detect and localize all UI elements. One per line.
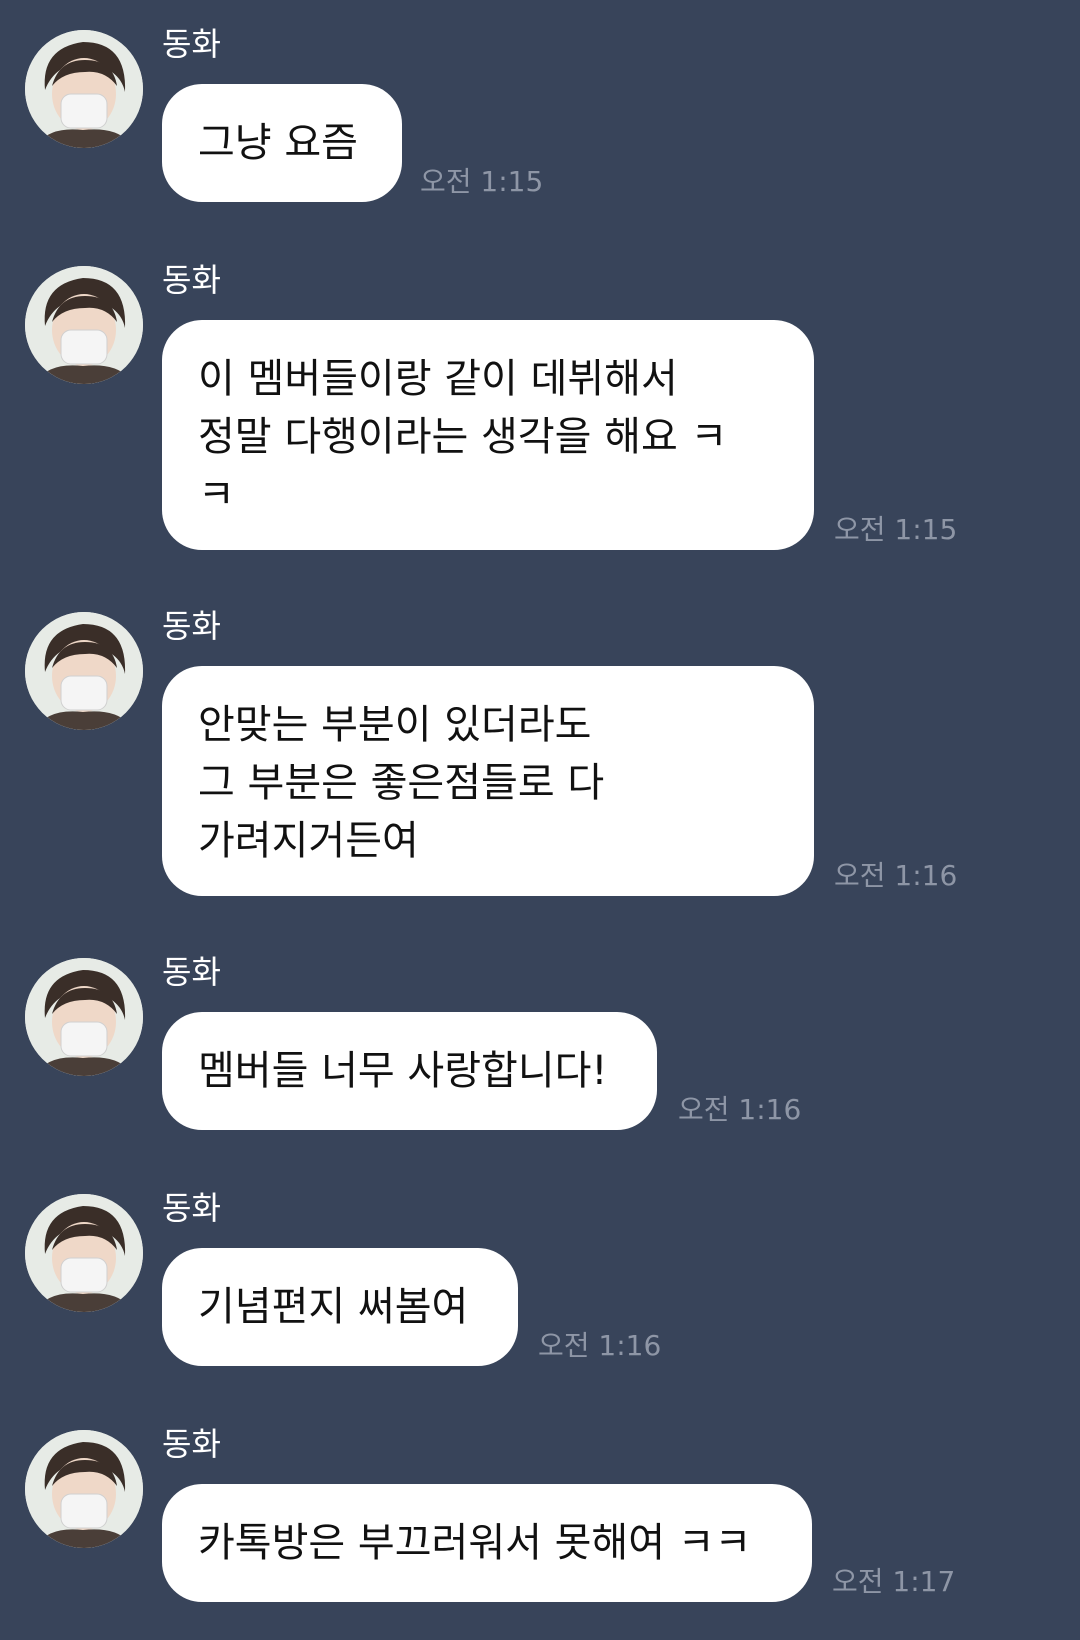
message-time: 오전 1:16 xyxy=(678,1093,802,1126)
message-bubble[interactable]: 안맞는 부분이 있더라도 그 부분은 좋은점들로 다 가려지거든여 xyxy=(162,666,814,896)
sender-name: 동화 xyxy=(162,607,221,645)
sender-name: 동화 xyxy=(162,261,221,299)
message-bubble[interactable]: 그냥 요즘 xyxy=(162,84,402,202)
avatar-icon[interactable] xyxy=(25,30,143,148)
avatar-icon[interactable] xyxy=(25,958,143,1076)
sender-name: 동화 xyxy=(162,25,221,63)
avatar-icon[interactable] xyxy=(25,266,143,384)
message-time: 오전 1:15 xyxy=(420,165,544,198)
sender-name: 동화 xyxy=(162,1425,221,1463)
message-bubble[interactable]: 멤버들 너무 사랑합니다! xyxy=(162,1012,657,1130)
message-time: 오전 1:16 xyxy=(834,859,958,892)
sender-name: 동화 xyxy=(162,1189,221,1227)
message-time: 오전 1:15 xyxy=(834,513,958,546)
message-bubble[interactable]: 기념편지 써봄여 xyxy=(162,1248,518,1366)
avatar-icon[interactable] xyxy=(25,612,143,730)
message-bubble[interactable]: 카톡방은 부끄러워서 못해여 ㅋㅋ xyxy=(162,1484,812,1602)
chat-room: 동화 그냥 요즘 오전 1:15 동화 이 멤버들이랑 같이 데뷔해서 정말 다… xyxy=(0,0,1080,1640)
avatar-icon[interactable] xyxy=(25,1430,143,1548)
sender-name: 동화 xyxy=(162,953,221,991)
avatar-icon[interactable] xyxy=(25,1194,143,1312)
message-bubble[interactable]: 이 멤버들이랑 같이 데뷔해서 정말 다행이라는 생각을 해요 ㅋ ㅋ xyxy=(162,320,814,550)
message-time: 오전 1:17 xyxy=(832,1565,956,1598)
message-time: 오전 1:16 xyxy=(538,1329,662,1362)
